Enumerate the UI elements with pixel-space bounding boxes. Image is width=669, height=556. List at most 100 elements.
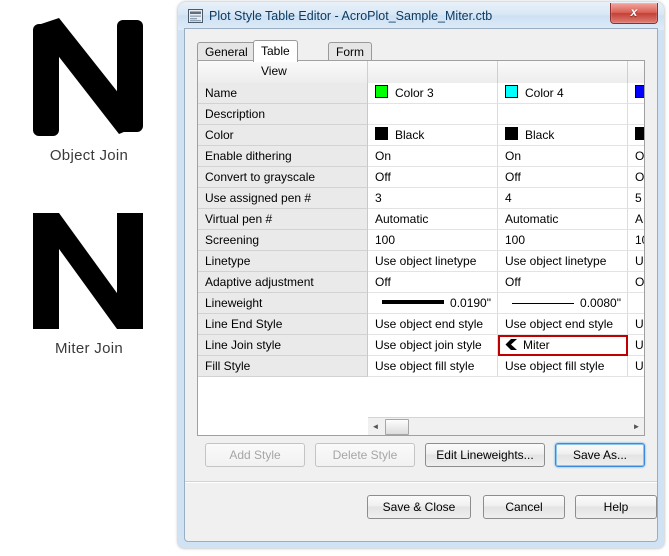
- color-swatch: [505, 85, 518, 98]
- cell-assigned-pen-col2[interactable]: 4: [498, 188, 628, 209]
- row-label: Enable dithering: [198, 146, 368, 167]
- cell-description-col3[interactable]: [628, 104, 644, 125]
- cell-linetype-col2[interactable]: Use object linetype: [498, 251, 628, 272]
- row-label: Virtual pen #: [198, 209, 368, 230]
- save-and-close-button[interactable]: Save & Close: [367, 495, 471, 519]
- cell-name-col3[interactable]: [628, 83, 644, 104]
- cell-value: Miter: [523, 338, 550, 352]
- cell-adaptive-col1[interactable]: Off: [368, 272, 498, 293]
- row-label: Color: [198, 125, 368, 146]
- cancel-button[interactable]: Cancel: [483, 495, 565, 519]
- cell-description-col2[interactable]: [498, 104, 628, 125]
- cell-screening-col2[interactable]: 100: [498, 230, 628, 251]
- plot-style-table-icon: [188, 9, 203, 23]
- color-swatch: [635, 85, 644, 98]
- cell-adaptive-col3[interactable]: O: [628, 272, 644, 293]
- cell-line-join-style-col2-selected[interactable]: Miter: [498, 335, 628, 356]
- color-swatch: [375, 127, 388, 140]
- plot-style-table[interactable]: Name Color 3 Color 4 Description Color B…: [197, 60, 645, 436]
- cell-linetype-col3[interactable]: U: [628, 251, 644, 272]
- cell-description-col1[interactable]: [368, 104, 498, 125]
- cell-virtual-pen-col2[interactable]: Automatic: [498, 209, 628, 230]
- header-column-1[interactable]: [368, 61, 498, 83]
- lineweight-preview: [382, 300, 445, 304]
- cell-adaptive-col2[interactable]: Off: [498, 272, 628, 293]
- cell-line-end-style-col2[interactable]: Use object end style: [498, 314, 628, 335]
- tab-table-view[interactable]: Table View: [253, 40, 298, 78]
- cell-line-end-style-col3[interactable]: U: [628, 314, 644, 335]
- object-join-glyph: [29, 12, 149, 143]
- cell-lineweight-col1[interactable]: 0.0190": [368, 293, 498, 314]
- color-swatch: [635, 127, 644, 140]
- tab-form-view[interactable]: Form View: [328, 42, 372, 77]
- cell-lineweight-col3[interactable]: [628, 293, 644, 314]
- cell-lineweight-col2[interactable]: 0.0080": [498, 293, 628, 314]
- header-column-3[interactable]: [628, 61, 644, 83]
- close-button[interactable]: x: [610, 3, 658, 24]
- tab-general[interactable]: General: [197, 42, 256, 61]
- cell-grayscale-col3[interactable]: O: [628, 167, 644, 188]
- save-as-button[interactable]: Save As...: [555, 443, 645, 467]
- illustration-object-join: Object Join: [0, 12, 178, 164]
- table-row: Virtual pen # Automatic Automatic A: [198, 209, 644, 230]
- table-row: Screening 100 100 10: [198, 230, 644, 251]
- cell-assigned-pen-col1[interactable]: 3: [368, 188, 498, 209]
- table-row: Linetype Use object linetype Use object …: [198, 251, 644, 272]
- cell-virtual-pen-col1[interactable]: Automatic: [368, 209, 498, 230]
- cell-color-col3[interactable]: [628, 125, 644, 146]
- cell-grayscale-col1[interactable]: Off: [368, 167, 498, 188]
- scroll-right-arrow-icon[interactable]: ►: [629, 418, 644, 434]
- cell-screening-col3[interactable]: 10: [628, 230, 644, 251]
- row-label: Description: [198, 104, 368, 125]
- cell-line-join-style-col1[interactable]: Use object join style: [368, 335, 498, 356]
- row-label: Linetype: [198, 251, 368, 272]
- cell-value: Color 4: [525, 86, 564, 100]
- row-label: Convert to grayscale: [198, 167, 368, 188]
- horizontal-scrollbar[interactable]: ◄ ►: [368, 417, 644, 435]
- help-button[interactable]: Help: [575, 495, 657, 519]
- edit-lineweights-button[interactable]: Edit Lineweights...: [425, 443, 545, 467]
- row-label: Line End Style: [198, 314, 368, 335]
- illustration-miter-join: Miter Join: [0, 205, 178, 357]
- cell-value: 0.0190": [450, 296, 491, 310]
- miter-join-glyph: [29, 205, 149, 336]
- row-label: Screening: [198, 230, 368, 251]
- style-action-buttons: Add Style Delete Style Edit Lineweights.…: [197, 443, 645, 469]
- dialog-action-buttons: Save & Close Cancel Help: [185, 495, 657, 523]
- illustration-caption: Miter Join: [54, 340, 124, 357]
- close-icon: x: [630, 5, 638, 19]
- table-row: Use assigned pen # 3 4 5: [198, 188, 644, 209]
- color-swatch: [375, 85, 388, 98]
- cell-fill-style-col2[interactable]: Use object fill style: [498, 356, 628, 377]
- cell-assigned-pen-col3[interactable]: 5: [628, 188, 644, 209]
- add-style-button[interactable]: Add Style: [205, 443, 305, 467]
- cell-grayscale-col2[interactable]: Off: [498, 167, 628, 188]
- row-label: Use assigned pen #: [198, 188, 368, 209]
- cell-name-col2[interactable]: Color 4: [498, 83, 628, 104]
- header-column-2[interactable]: [498, 61, 628, 83]
- cell-fill-style-col3[interactable]: U: [628, 356, 644, 377]
- cell-color-col1[interactable]: Black: [368, 125, 498, 146]
- color-swatch: [505, 127, 518, 140]
- scroll-left-arrow-icon[interactable]: ◄: [368, 418, 383, 434]
- illustration-caption: Object Join: [49, 147, 129, 164]
- cell-fill-style-col1[interactable]: Use object fill style: [368, 356, 498, 377]
- table-row: Enable dithering On On O: [198, 146, 644, 167]
- cell-line-join-style-col3[interactable]: U: [628, 335, 644, 356]
- cell-screening-col1[interactable]: 100: [368, 230, 498, 251]
- table-row: Name Color 3 Color 4: [198, 83, 644, 104]
- cell-name-col1[interactable]: Color 3: [368, 83, 498, 104]
- table-row: Lineweight 0.0190" 0.0080": [198, 293, 644, 314]
- cell-linetype-col1[interactable]: Use object linetype: [368, 251, 498, 272]
- cell-dithering-col3[interactable]: O: [628, 146, 644, 167]
- scrollbar-thumb[interactable]: [385, 419, 409, 435]
- cell-dithering-col2[interactable]: On: [498, 146, 628, 167]
- cell-color-col2[interactable]: Black: [498, 125, 628, 146]
- delete-style-button[interactable]: Delete Style: [315, 443, 415, 467]
- cell-line-end-style-col1[interactable]: Use object end style: [368, 314, 498, 335]
- cell-dithering-col1[interactable]: On: [368, 146, 498, 167]
- table-row: Adaptive adjustment Off Off O: [198, 272, 644, 293]
- cell-virtual-pen-col3[interactable]: A: [628, 209, 644, 230]
- cell-value: Black: [395, 128, 425, 142]
- title-bar[interactable]: Plot Style Table Editor - AcroPlot_Sampl…: [178, 2, 664, 30]
